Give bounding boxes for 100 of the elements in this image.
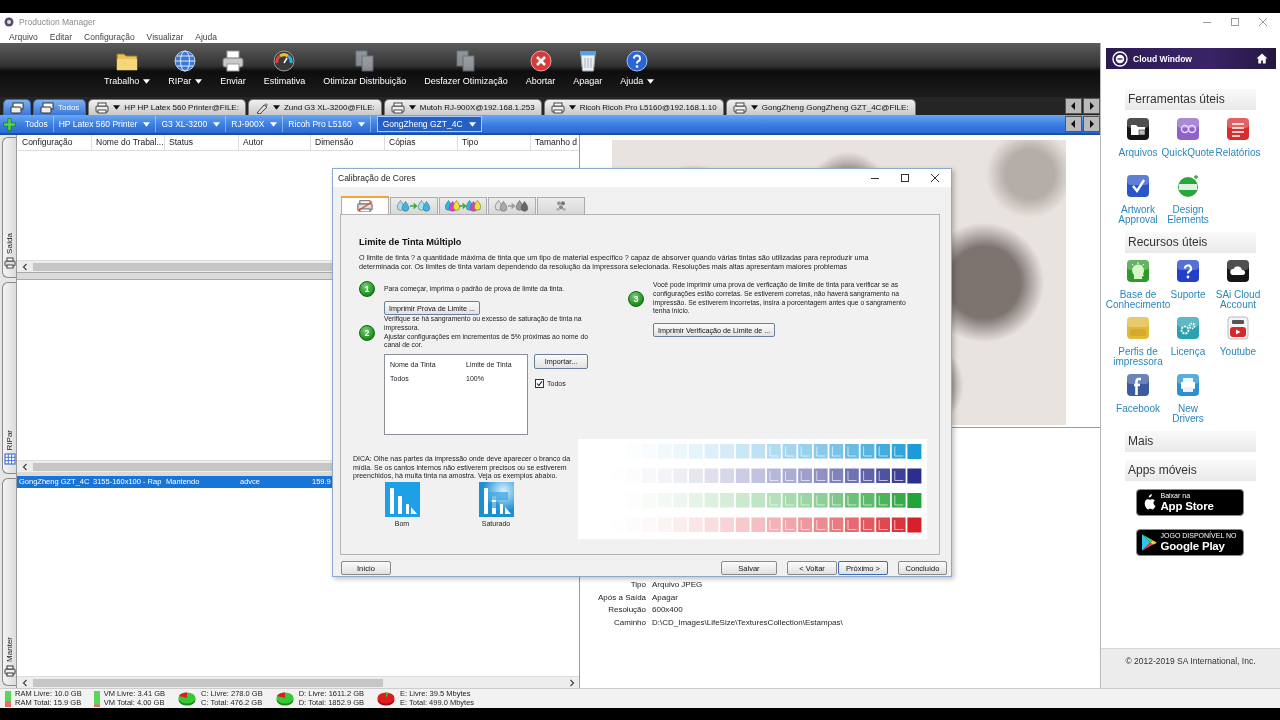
column-header[interactable]: Status bbox=[165, 135, 239, 150]
list-tile-icon bbox=[1226, 117, 1250, 141]
step-number-badge: 1 bbox=[359, 281, 375, 297]
sidebar-link[interactable]: SAi Cloud Account bbox=[1215, 259, 1261, 310]
dialog-tab[interactable] bbox=[390, 197, 438, 214]
toolbar-button[interactable]: Trabalho bbox=[104, 43, 151, 86]
column-header[interactable]: Tipo bbox=[458, 135, 531, 150]
side-tab[interactable]: Saída bbox=[2, 137, 16, 278]
printer-tab[interactable]: GongZheng GongZheng GZT_4C@FILE: bbox=[725, 99, 916, 115]
sidebar-link[interactable]: Perfis de impressora bbox=[1113, 316, 1163, 367]
printer-filter-button[interactable]: Todos bbox=[20, 116, 54, 132]
property-value: Arquivo JPEG bbox=[652, 579, 704, 591]
sidebar-link[interactable]: Relatórios bbox=[1215, 117, 1261, 158]
dialog-tab[interactable] bbox=[488, 197, 536, 214]
scroll-right-icon[interactable] bbox=[568, 678, 576, 687]
horizontal-scrollbar[interactable] bbox=[17, 676, 579, 688]
column-header[interactable]: Nome do Trabal... bbox=[92, 135, 165, 150]
sidebar-link[interactable]: New Drivers bbox=[1172, 373, 1204, 424]
checkbox[interactable] bbox=[535, 379, 544, 389]
printer-filter-button[interactable]: Ricoh Pro L5160 bbox=[283, 116, 371, 132]
copyright-text: © 2012-2019 SA International, Inc. bbox=[1125, 656, 1256, 666]
printer-icon bbox=[732, 101, 747, 114]
caret-icon bbox=[113, 105, 121, 110]
caret-icon bbox=[272, 105, 280, 110]
menu-item[interactable]: Visualizar bbox=[140, 31, 190, 42]
column-header[interactable]: Cópias bbox=[385, 135, 458, 150]
close-icon[interactable] bbox=[930, 173, 940, 183]
printer-tab[interactable]: HP HP Latex 560 Printer@FILE: bbox=[88, 99, 246, 115]
section-header[interactable]: Recursos úteis bbox=[1125, 232, 1256, 253]
dots-icon bbox=[556, 201, 566, 211]
property-value: D:\CD_Images\LifeSize\TexturesCollection\Estampas\ bbox=[652, 616, 844, 629]
video-tile-icon bbox=[1226, 316, 1250, 340]
printer-tab[interactable]: Zund G3 XL-3200@FILE: bbox=[247, 99, 382, 115]
toolbar-button[interactable]: Apagar bbox=[573, 43, 603, 86]
check-tile-icon bbox=[1126, 174, 1150, 198]
caret-icon bbox=[750, 105, 758, 110]
column-header[interactable]: Autor bbox=[239, 135, 311, 150]
printer-tab[interactable]: Mutoh RJ-900X@192.168.1.253 bbox=[383, 99, 542, 115]
side-tab[interactable]: Manter bbox=[2, 478, 16, 686]
scroll-right-icon[interactable] bbox=[1083, 116, 1100, 132]
printer-tab[interactable]: Ricoh Ricoh Pro L5160@192.168.1.10 bbox=[543, 99, 724, 115]
sidebar-link[interactable]: Suporte bbox=[1170, 259, 1206, 300]
scroll-left-icon[interactable] bbox=[21, 678, 29, 687]
toolbar-button[interactable]: Estimativa bbox=[263, 43, 306, 86]
printer-icon bbox=[95, 101, 110, 114]
sidebar-link[interactable]: Facebook bbox=[1116, 373, 1160, 414]
scroll-left-icon[interactable] bbox=[21, 462, 29, 471]
bars-sample-icon bbox=[478, 481, 514, 517]
menu-item[interactable]: Editar bbox=[43, 31, 79, 42]
step-number-badge: 3 bbox=[628, 290, 644, 307]
section-header[interactable]: Apps móveis bbox=[1125, 460, 1256, 481]
printer-icon bbox=[390, 101, 405, 114]
column-header[interactable]: Dimensão bbox=[311, 135, 385, 150]
property-label: Após a Saída bbox=[598, 591, 646, 604]
scroll-left-icon[interactable] bbox=[1065, 116, 1082, 132]
dialog-tab[interactable] bbox=[341, 196, 389, 214]
dialog-tab[interactable] bbox=[439, 197, 487, 214]
menu-item[interactable]: Ajuda bbox=[189, 31, 224, 42]
toolbar-button[interactable]: Abortar bbox=[525, 43, 556, 86]
sidebar-link[interactable]: Youtube bbox=[1219, 316, 1257, 357]
printer-filter-button[interactable]: HP Latex 560 Printer bbox=[53, 116, 157, 132]
sidebar-link[interactable]: Design Elements bbox=[1167, 174, 1209, 225]
head-tile-icon bbox=[1126, 259, 1150, 283]
caret-icon bbox=[408, 105, 416, 110]
gears-tile-icon bbox=[1176, 316, 1200, 340]
maximize-icon[interactable] bbox=[900, 173, 910, 183]
blade-icon bbox=[254, 101, 269, 114]
cloud-tile-icon bbox=[1226, 259, 1250, 283]
toolbar-button[interactable]: Enviar bbox=[220, 43, 246, 86]
property-label: Caminho bbox=[613, 616, 646, 629]
sidebar-link[interactable]: Licença bbox=[1170, 316, 1206, 357]
printer-tile-icon bbox=[1176, 373, 1200, 397]
ink-drops-icon bbox=[494, 200, 530, 212]
scrollbar-thumb[interactable] bbox=[33, 678, 383, 687]
toolbar-button[interactable]: Ajuda bbox=[620, 43, 655, 86]
column-header[interactable]: Configuração bbox=[18, 135, 92, 150]
step-number-badge: 2 bbox=[359, 324, 375, 341]
side-tab[interactable]: RIPar bbox=[2, 282, 16, 474]
sidebar-link[interactable]: Base de Conhecimento bbox=[1105, 259, 1171, 310]
ink-drops-icon bbox=[445, 200, 481, 212]
printer-filter-button[interactable]: GongZheng GZT_4C bbox=[376, 116, 482, 132]
sidebar-link[interactable]: QuickQuote bbox=[1161, 117, 1215, 158]
sidebar-link[interactable]: Arquivos bbox=[1118, 117, 1158, 158]
scroll-left-icon[interactable] bbox=[21, 262, 29, 271]
scroll-right-icon[interactable] bbox=[1083, 98, 1100, 114]
printer-tab[interactable] bbox=[3, 99, 31, 115]
scroll-left-icon[interactable] bbox=[1065, 98, 1082, 114]
section-header[interactable]: Ferramentas úteis bbox=[1125, 89, 1256, 110]
printers-icon bbox=[10, 101, 24, 114]
sidebar-link[interactable]: Artwork Approval bbox=[1118, 174, 1158, 225]
menu-item[interactable]: Arquivo bbox=[3, 31, 44, 42]
printer-filter-button[interactable]: RJ-900X bbox=[226, 116, 284, 132]
toolbar-button[interactable]: RIPar bbox=[168, 43, 203, 86]
dialog-tab[interactable] bbox=[537, 197, 585, 214]
property-label: Resolução bbox=[607, 604, 646, 616]
printer-filter-button[interactable]: G3 XL-3200 bbox=[156, 116, 227, 132]
home-icon[interactable] bbox=[1256, 53, 1268, 64]
section-header[interactable]: Mais bbox=[1125, 431, 1256, 452]
social-tile-icon bbox=[1126, 373, 1150, 397]
menu-item[interactable]: Configuração bbox=[78, 31, 141, 42]
